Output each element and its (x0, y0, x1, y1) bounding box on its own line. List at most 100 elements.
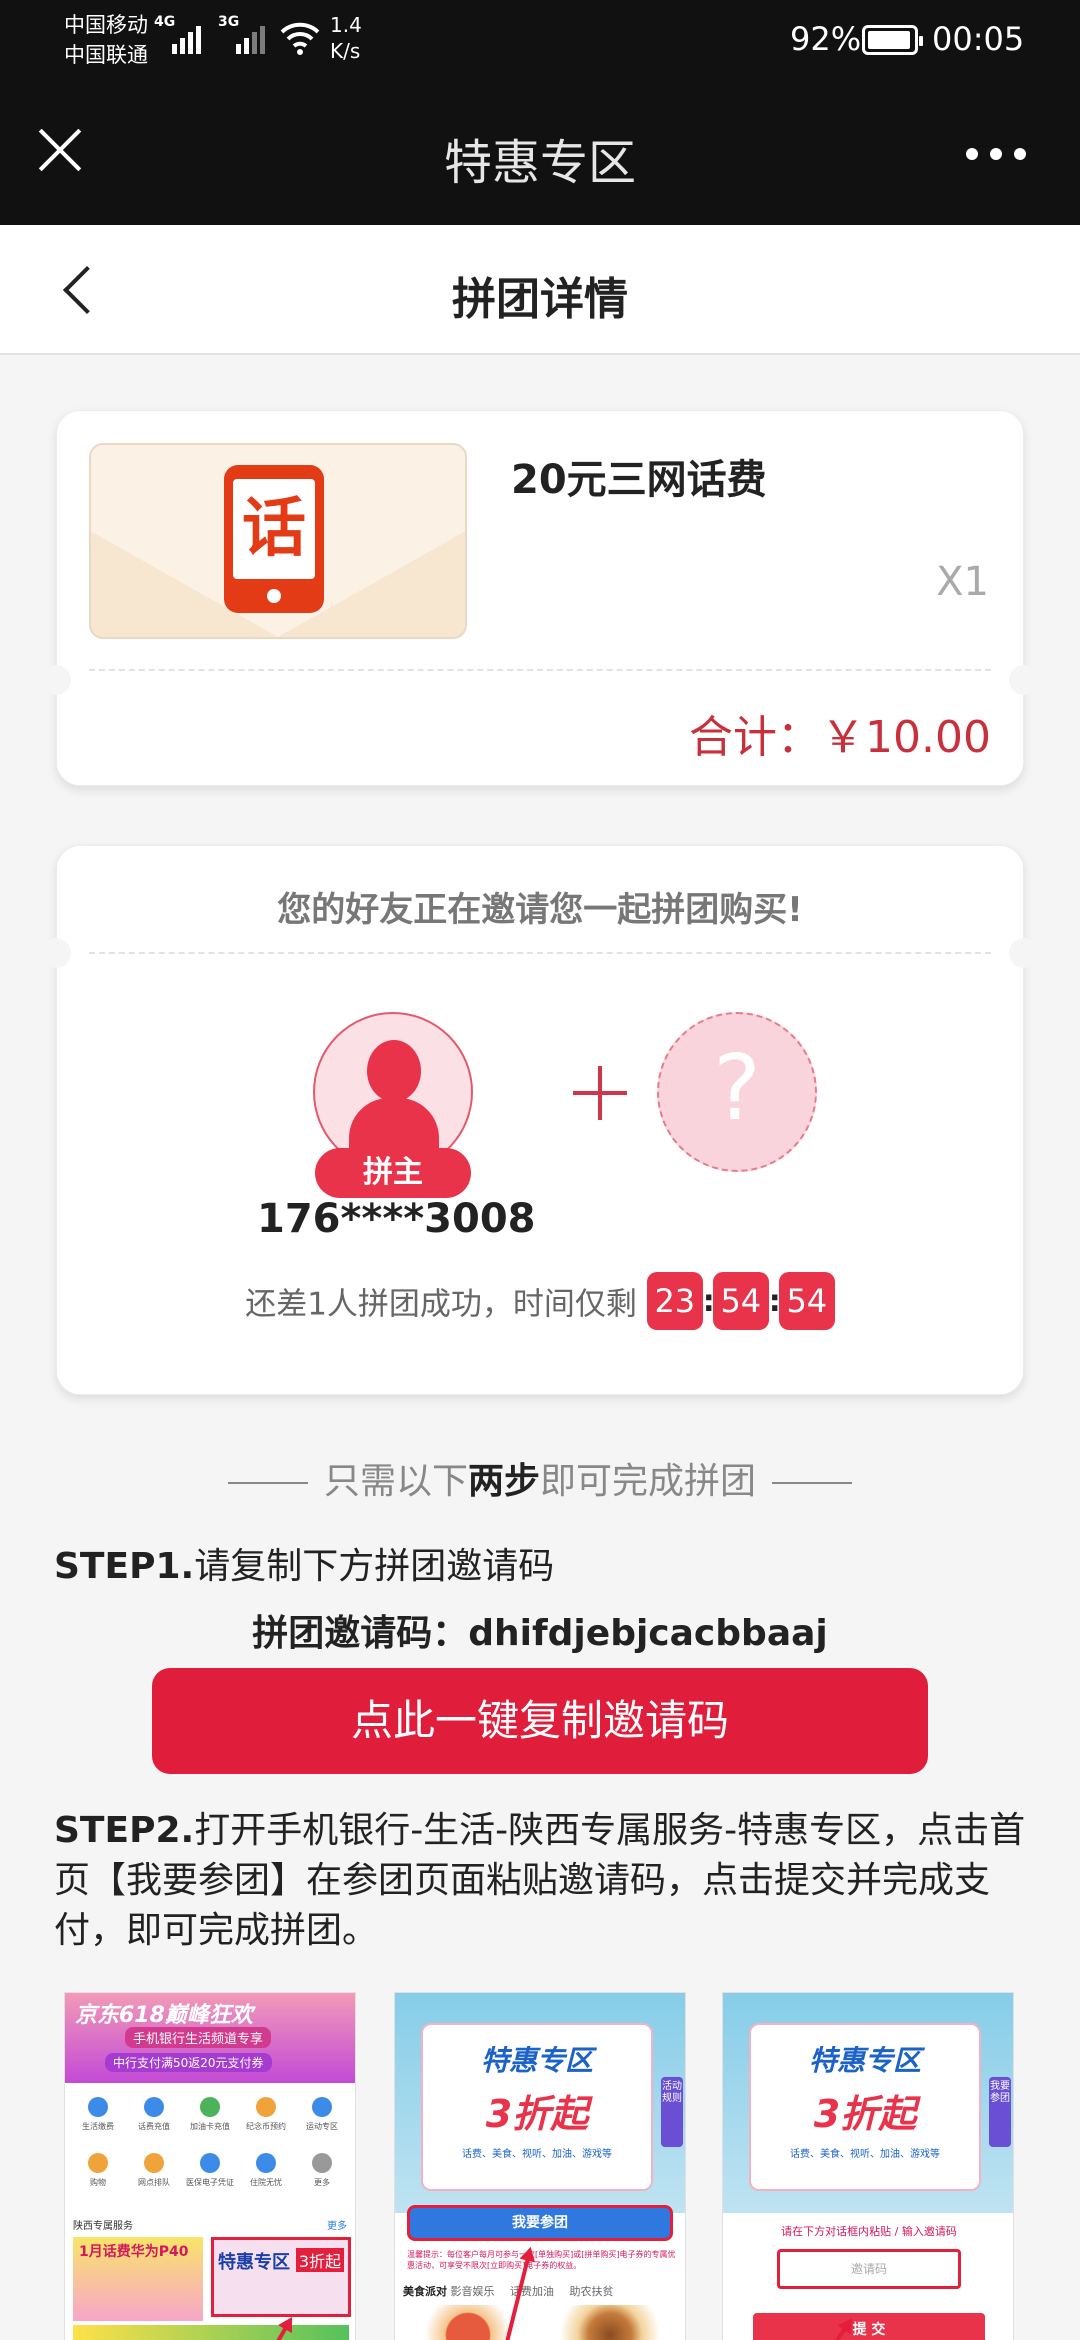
tip-text: 温馨提示：每位客户每月可参与一次[单独购买]或[拼单购买]电子券的专属优惠活动，… (407, 2250, 676, 2270)
promo-tile: 1月话费华为P40 (73, 2237, 203, 2321)
tab: 助农扶贫 (569, 2285, 614, 2298)
clock: 00:05 (932, 20, 1025, 58)
battery-percent: 92% (790, 20, 862, 58)
guide-screenshot-1: 京东618巅峰狂欢 手机银行生活频道专享 中行支付满50返20元支付券 生活缴费… (64, 1992, 356, 2340)
step2: STEP2.打开手机银行-生活-陕西专属服务-特惠专区，点击首页【我要参团】在参… (54, 1806, 1034, 1956)
step1: STEP1.请复制下方拼团邀请码 (54, 1537, 554, 1589)
signal-icon-1 (172, 24, 206, 54)
step2-label: STEP2. (54, 1810, 195, 1851)
step2-text: 打开手机银行-生活-陕西专属服务-特惠专区，点击首页【我要参团】在参团页面粘贴邀… (54, 1810, 1026, 1951)
card-notch-right (1009, 665, 1039, 695)
card-notch-right (1009, 938, 1039, 968)
countdown-seconds: 54 (778, 1272, 835, 1330)
copy-invite-code-button[interactable]: 点此一键复制邀请码 (152, 1668, 928, 1774)
invite-code-label: 拼团邀请码： (252, 1613, 469, 1654)
guide-screenshot-3: 特惠专区 3折起 话费、美食、视听、加油、游戏等 我要参团 请在下方对话框内粘贴… (722, 1992, 1014, 2340)
banner-title: 特惠专区 (480, 2044, 593, 2077)
phone-screen-char: 话 (233, 479, 315, 579)
banner-title: 特惠专区 (808, 2044, 921, 2077)
steps-heading-bold: 两步 (467, 1461, 540, 1502)
countdown-separator: : (702, 1283, 715, 1319)
battery-icon (862, 25, 923, 55)
status-bar: 中国移动 中国联通 4G 3G 1.4 K/s 92% 00:05 (0, 0, 1080, 80)
steps-heading: 只需以下两步即可完成拼团 (0, 1452, 1080, 1504)
product-image: 话 (89, 443, 467, 639)
countdown-hours: 23 (646, 1272, 703, 1330)
speed-unit: K/s (330, 39, 361, 63)
special-zone-banner: 特惠专区 3折起 话费、美食、视听、加油、游戏等 (749, 2023, 981, 2191)
leader-badge: 拼主 (315, 1148, 471, 1198)
side-tag: 活动规则 (661, 2077, 683, 2147)
special-zone-title: 特惠专区 (218, 2252, 290, 2273)
step1-text: 请复制下方拼团邀请码 (194, 1546, 555, 1587)
join-group-button: 我要参团 (407, 2205, 673, 2241)
page-title: 拼团详情 (452, 274, 628, 325)
category-tabs: 美食派对 影音娱乐 话费加油 助农扶贫 (403, 2283, 683, 2299)
banner-title: 京东618巅峰狂欢 (75, 2003, 253, 2028)
more-options-icon[interactable] (966, 148, 1026, 162)
grid-item: 运动专区 (297, 2093, 347, 2143)
steps-heading-post: 即可完成拼团 (540, 1461, 757, 1502)
section-title: 陕西专属服务 (73, 2221, 133, 2232)
grid-item: 更多 (297, 2149, 347, 2199)
group-card: 您的好友正在邀请您一起拼团购买! 拼主 176****3008 ? 还差1人拼团… (41, 845, 1039, 1395)
banner-discount: 3折起 (813, 2092, 917, 2136)
product-card: 话 20元三网话费 X1 合计：￥10.00 (41, 410, 1039, 786)
countdown-separator: : (768, 1283, 781, 1319)
tab: 影音娱乐 (450, 2285, 495, 2298)
countdown-minutes: 54 (712, 1272, 769, 1330)
grid-item: 医保电子凭证 (185, 2149, 235, 2199)
banner-subtitle-2: 中行支付满50返20元支付券 (105, 2053, 272, 2072)
invite-code-input: 邀请码 (777, 2249, 961, 2289)
app-header: 特惠专区 (0, 80, 1080, 225)
banner-subtitle: 话费、美食、视听、加油、游戏等 (790, 2149, 940, 2160)
speed-value: 1.4 (330, 13, 362, 37)
invite-message: 您的好友正在邀请您一起拼团购买! (277, 890, 803, 930)
promo-strip (73, 2325, 349, 2340)
submit-button: 提 交 (753, 2313, 985, 2340)
product-quantity: X1 (936, 559, 989, 605)
special-zone-tile: 特惠专区 3折起 (211, 2237, 351, 2317)
product-name: 20元三网话费 (511, 457, 767, 503)
grid-item: 加油卡充值 (185, 2093, 235, 2143)
steps-heading-pre: 只需以下 (323, 1461, 468, 1502)
card-notch-left (41, 938, 71, 968)
promo-banner: 京东618巅峰狂欢 手机银行生活频道专享 中行支付满50返20元支付券 (65, 1993, 355, 2083)
carrier-1: 中国移动 (64, 13, 148, 37)
phone-recharge-icon: 话 (224, 465, 324, 613)
tab: 美食派对 (403, 2285, 447, 2298)
signal-icon-2 (236, 24, 270, 54)
user-icon (367, 1040, 421, 1102)
grid-item: 纪念币预约 (241, 2093, 291, 2143)
grid-item: 网点排队 (129, 2149, 179, 2199)
carrier-info: 中国移动 中国联通 (64, 10, 148, 70)
app-title: 特惠专区 (443, 135, 636, 191)
plus-icon (573, 1066, 627, 1120)
invite-code-value: dhifdjebjcacbbaaj (468, 1613, 828, 1654)
divider (89, 952, 991, 954)
special-zone-banner: 特惠专区 3折起 话费、美食、视听、加油、游戏等 (421, 2023, 653, 2191)
step1-label: STEP1. (54, 1546, 195, 1587)
banner-subtitle: 话费、美食、视听、加油、游戏等 (462, 2149, 612, 2160)
banner-subtitle: 手机银行生活频道专享 (125, 2027, 272, 2048)
carrier-2: 中国联通 (64, 43, 148, 67)
food-image (545, 2305, 675, 2340)
paste-hint: 请在下方对话框内粘贴 / 输入邀请码 (781, 2225, 957, 2238)
banner-discount: 3折起 (485, 2092, 589, 2136)
invite-code-row: 拼团邀请码：dhifdjebjcacbbaaj (0, 1604, 1080, 1656)
grid-item: 生活缴费 (73, 2093, 123, 2143)
section-more: 更多 (327, 2221, 347, 2232)
countdown-label: 还差1人拼团成功，时间仅剩 (245, 1286, 637, 1323)
guide-screenshot-2: 特惠专区 3折起 话费、美食、视听、加油、游戏等 活动规则 我要参团 温馨提示：… (394, 1992, 686, 2340)
card-notch-left (41, 665, 71, 695)
empty-member-slot: ? (657, 1012, 817, 1172)
countdown: 还差1人拼团成功，时间仅剩 23:54:54 (57, 1272, 1023, 1330)
leader-phone: 176****3008 (257, 1196, 536, 1242)
wifi-icon (280, 22, 320, 55)
side-tag: 我要参团 (989, 2077, 1011, 2147)
grid-item: 住院无忧 (241, 2149, 291, 2199)
promo-tile-text: 1月话费华为P40 (79, 2244, 189, 2260)
special-zone-discount: 3折起 (295, 2248, 344, 2272)
grid-item: 话费充值 (129, 2093, 179, 2143)
grid-item: 购物 (73, 2149, 123, 2199)
